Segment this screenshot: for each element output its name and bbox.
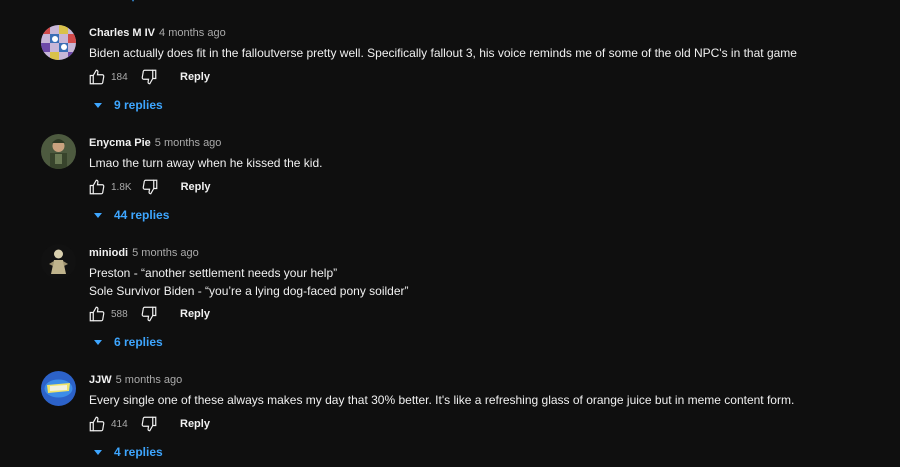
chevron-down-icon [93, 100, 103, 110]
replies-count-label: 44 replies [114, 208, 170, 222]
comment-timestamp[interactable]: 5 months ago [155, 137, 222, 149]
reply-button[interactable]: Reply [180, 308, 210, 320]
replies-count-label: 9 replies [114, 98, 163, 112]
comment-text-line: Biden actually does fit in the falloutve… [89, 46, 797, 60]
comment-text: Every single one of these always makes m… [89, 391, 880, 409]
like-count: 1.8K [111, 181, 132, 193]
comments-section: ▾ Charles M IV4 months ago B [0, 0, 900, 467]
checkered-avatar-icon[interactable] [41, 25, 76, 60]
comment-text: Biden actually does fit in the falloutve… [89, 44, 880, 62]
chevron-down-icon [93, 210, 103, 220]
comment-text-line: Lmao the turn away when he kissed the ki… [89, 156, 323, 170]
view-replies-button[interactable]: 9 replies [93, 96, 163, 114]
comment-text: Lmao the turn away when he kissed the ki… [89, 154, 880, 172]
comment-text-line: Preston - “another settlement needs your… [89, 266, 338, 280]
thumbs-down-icon[interactable] [140, 305, 158, 323]
comment-actions: 588 Reply [88, 304, 210, 324]
comment-text: Preston - “another settlement needs your… [89, 264, 880, 300]
thumbs-down-icon[interactable] [140, 68, 158, 86]
soldier-avatar-icon[interactable] [41, 134, 76, 169]
comment-author[interactable]: miniodi [89, 247, 128, 259]
comment-author[interactable]: JJW [89, 374, 112, 386]
comment-header: miniodi 5 months ago [89, 244, 880, 260]
comment-timestamp[interactable]: 5 months ago [116, 374, 183, 386]
like-count: 184 [111, 71, 128, 83]
previous-replies-chevron-icon[interactable]: ▾ [130, 0, 150, 4]
comment-header: Charles M IV 4 months ago [89, 24, 880, 40]
comment-author[interactable]: Enycma Pie [89, 137, 151, 149]
comment-timestamp[interactable]: 5 months ago [132, 247, 199, 259]
comment-text-line: Sole Survivor Biden - “you’re a lying do… [89, 284, 409, 298]
comment-actions: 184 Reply [88, 67, 210, 87]
thumbs-up-icon[interactable] [88, 415, 106, 433]
like-count: 414 [111, 418, 128, 430]
thumbs-up-icon[interactable] [88, 178, 106, 196]
reply-button[interactable]: Reply [181, 181, 211, 193]
replies-count-label: 4 replies [114, 445, 163, 459]
thumbs-up-icon[interactable] [88, 305, 106, 323]
comment-author[interactable]: Charles M IV [89, 27, 155, 39]
thumbs-down-icon[interactable] [141, 178, 159, 196]
comment-text-line: Every single one of these always makes m… [89, 393, 795, 407]
comment-actions: 1.8K Reply [88, 177, 211, 197]
jjw-logo-avatar-icon[interactable] [41, 371, 76, 406]
comment-header: Enycma Pie 5 months ago [89, 134, 880, 150]
figure-avatar-icon[interactable] [41, 244, 76, 279]
reply-button[interactable]: Reply [180, 71, 210, 83]
comment-header: JJW 5 months ago [89, 371, 880, 387]
comment-actions: 414 Reply [88, 414, 210, 434]
replies-count-label: 6 replies [114, 335, 163, 349]
chevron-down-icon [93, 337, 103, 347]
thumbs-down-icon[interactable] [140, 415, 158, 433]
view-replies-button[interactable]: 4 replies [93, 443, 163, 461]
view-replies-button[interactable]: 44 replies [93, 206, 169, 224]
comment-timestamp[interactable]: 4 months ago [159, 27, 226, 39]
thumbs-up-icon[interactable] [88, 68, 106, 86]
like-count: 588 [111, 308, 128, 320]
chevron-down-icon [93, 447, 103, 457]
reply-button[interactable]: Reply [180, 418, 210, 430]
view-replies-button[interactable]: 6 replies [93, 333, 163, 351]
